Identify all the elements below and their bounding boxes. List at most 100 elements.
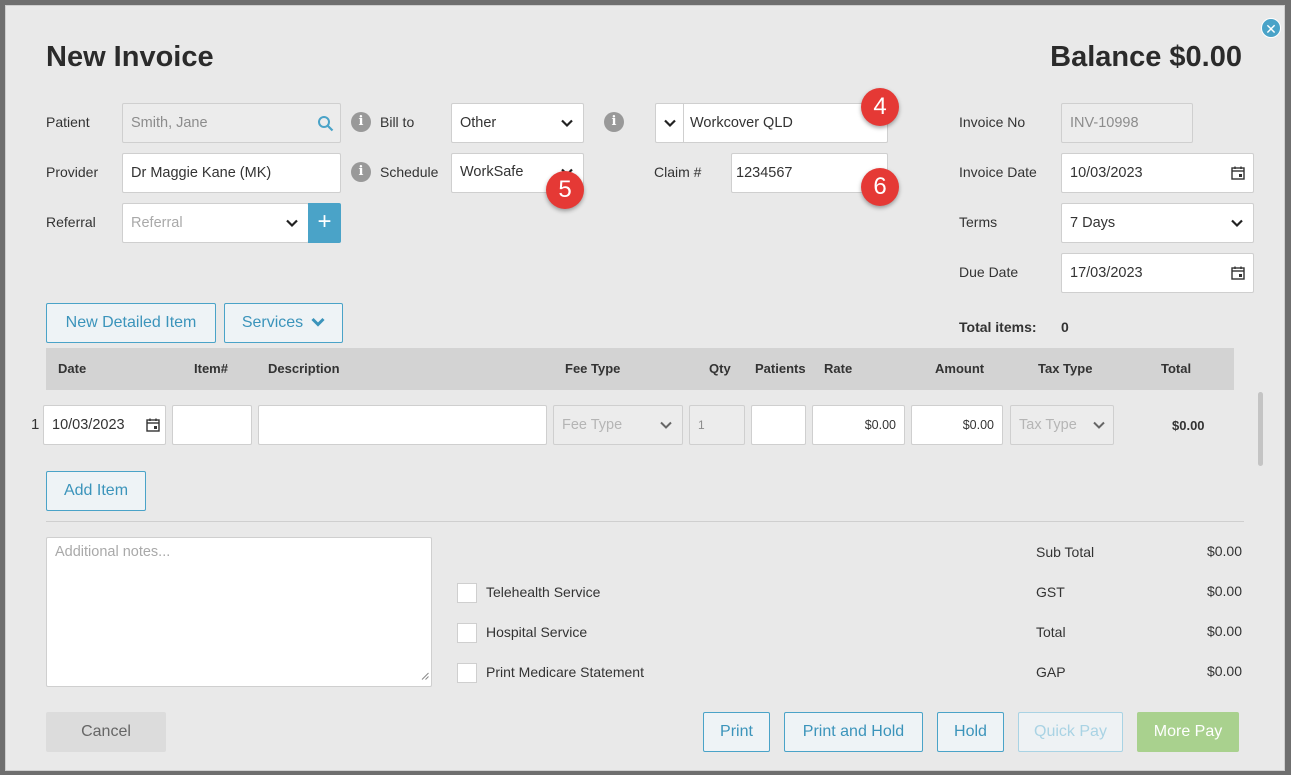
annotation-badge-5: 5 [546, 171, 584, 209]
new-detailed-item-button[interactable]: New Detailed Item [46, 303, 216, 343]
fee-type-placeholder: Fee Type [562, 417, 623, 433]
gst-label: GST [1036, 584, 1065, 600]
calendar-icon[interactable] [1231, 166, 1245, 184]
subtotal-label: Sub Total [1036, 544, 1095, 560]
column-header: Amount [935, 361, 985, 376]
row-date-field[interactable]: 10/03/2023 [43, 405, 166, 445]
terms-label: Terms [959, 214, 998, 230]
payer-select[interactable]: Workcover QLD [655, 103, 888, 143]
column-header: Fee Type [565, 361, 621, 376]
column-header: Item# [194, 361, 228, 376]
row-total: $0.00 [1172, 418, 1205, 433]
hold-button[interactable]: Hold [937, 712, 1004, 752]
quick-pay-button[interactable]: Quick Pay [1018, 712, 1123, 752]
search-icon[interactable] [317, 115, 334, 136]
claim-value: 1234567 [736, 165, 793, 181]
info-icon[interactable]: i [351, 112, 371, 132]
row-item-input[interactable] [172, 405, 252, 445]
referral-select[interactable]: Referral [122, 203, 309, 243]
hospital-checkbox[interactable] [457, 623, 477, 643]
print-and-hold-button[interactable]: Print and Hold [784, 712, 923, 752]
column-header: Description [268, 361, 340, 376]
gap-label: GAP [1036, 664, 1066, 680]
row-qty-value: 1 [698, 418, 705, 432]
invoice-date-label: Invoice Date [959, 164, 1037, 180]
referral-placeholder: Referral [131, 215, 183, 231]
invoice-modal: ✕ New Invoice Balance $0.00 Patient Smit… [5, 5, 1285, 771]
services-button[interactable]: Services [224, 303, 343, 343]
table-scrollbar[interactable] [1258, 392, 1263, 466]
provider-field[interactable]: Dr Maggie Kane (MK) [122, 153, 341, 193]
column-header: Date [58, 361, 87, 376]
patient-value: Smith, Jane [131, 115, 208, 131]
resize-handle-icon[interactable] [421, 668, 429, 684]
invoice-date-field[interactable]: 10/03/2023 [1061, 153, 1254, 193]
patient-label: Patient [46, 114, 90, 130]
add-item-button[interactable]: Add Item [46, 471, 146, 511]
add-referral-button[interactable]: + [308, 203, 341, 243]
column-header: Tax Type [1038, 361, 1093, 376]
row-description-input[interactable] [258, 405, 547, 445]
row-date-value: 10/03/2023 [52, 417, 125, 433]
chevron-down-icon [561, 117, 573, 129]
close-icon[interactable]: ✕ [1261, 18, 1281, 38]
print-button[interactable]: Print [703, 712, 770, 752]
row-rate-input[interactable]: $0.00 [812, 405, 905, 445]
bill-to-label: Bill to [380, 114, 415, 130]
hospital-label: Hospital Service [486, 624, 588, 640]
chevron-down-icon[interactable] [656, 104, 684, 142]
divider [46, 521, 1244, 522]
total-label: Total [1036, 624, 1066, 640]
more-pay-button[interactable]: More Pay [1137, 712, 1239, 752]
provider-label: Provider [46, 164, 99, 180]
total-items-value: 0 [1061, 319, 1069, 335]
bill-to-value: Other [460, 115, 497, 131]
cancel-button[interactable]: Cancel [46, 712, 166, 752]
total-items-label: Total items: [959, 319, 1037, 335]
calendar-icon[interactable] [146, 418, 160, 436]
telehealth-label: Telehealth Service [486, 584, 601, 600]
terms-select[interactable]: 7 Days [1061, 203, 1254, 243]
balance-display: Balance $0.00 [1050, 41, 1242, 73]
subtotal-value: $0.00 [1206, 543, 1242, 559]
items-table-header: Date Item# Description Fee Type Qty Pati… [46, 348, 1234, 390]
invoice-no-label: Invoice No [959, 114, 1026, 130]
patient-field[interactable]: Smith, Jane [122, 103, 341, 143]
terms-value: 7 Days [1070, 215, 1116, 231]
invoice-date-value: 10/03/2023 [1070, 165, 1143, 181]
chevron-down-icon [660, 419, 672, 431]
page-title: New Invoice [46, 41, 214, 73]
chevron-down-icon [286, 217, 298, 229]
services-label: Services [241, 314, 304, 331]
notes-placeholder: Additional notes... [55, 544, 171, 560]
claim-label: Claim # [654, 164, 702, 180]
calendar-icon[interactable] [1231, 266, 1245, 284]
telehealth-checkbox[interactable] [457, 583, 477, 603]
print-medicare-checkbox[interactable] [457, 663, 477, 683]
column-header: Qty [709, 361, 731, 376]
info-icon[interactable]: i [604, 112, 624, 132]
row-rate-value: $0.00 [864, 418, 896, 432]
info-icon[interactable]: i [351, 162, 371, 182]
bill-to-select[interactable]: Other [451, 103, 584, 143]
due-date-field[interactable]: 17/03/2023 [1061, 253, 1254, 293]
row-patients-input[interactable] [751, 405, 806, 445]
total-value: $0.00 [1206, 623, 1242, 639]
row-amount-input[interactable]: $0.00 [911, 405, 1003, 445]
annotation-badge-6: 6 [861, 168, 899, 206]
referral-label: Referral [46, 214, 96, 230]
due-date-label: Due Date [959, 264, 1019, 280]
row-amount-value: $0.00 [962, 418, 994, 432]
row-fee-type-select[interactable]: Fee Type [553, 405, 683, 445]
schedule-value: WorkSafe [460, 164, 524, 180]
row-qty-input: 1 [689, 405, 745, 445]
notes-textarea[interactable]: Additional notes... [46, 537, 432, 687]
chevron-down-icon [1231, 217, 1243, 229]
payer-value: Workcover QLD [690, 115, 793, 131]
column-header: Total [1161, 361, 1192, 376]
chevron-down-icon [1093, 419, 1105, 431]
chevron-down-icon [311, 314, 325, 332]
column-header: Rate [824, 361, 853, 376]
due-date-value: 17/03/2023 [1070, 265, 1143, 281]
row-tax-type-select[interactable]: Tax Type [1010, 405, 1114, 445]
